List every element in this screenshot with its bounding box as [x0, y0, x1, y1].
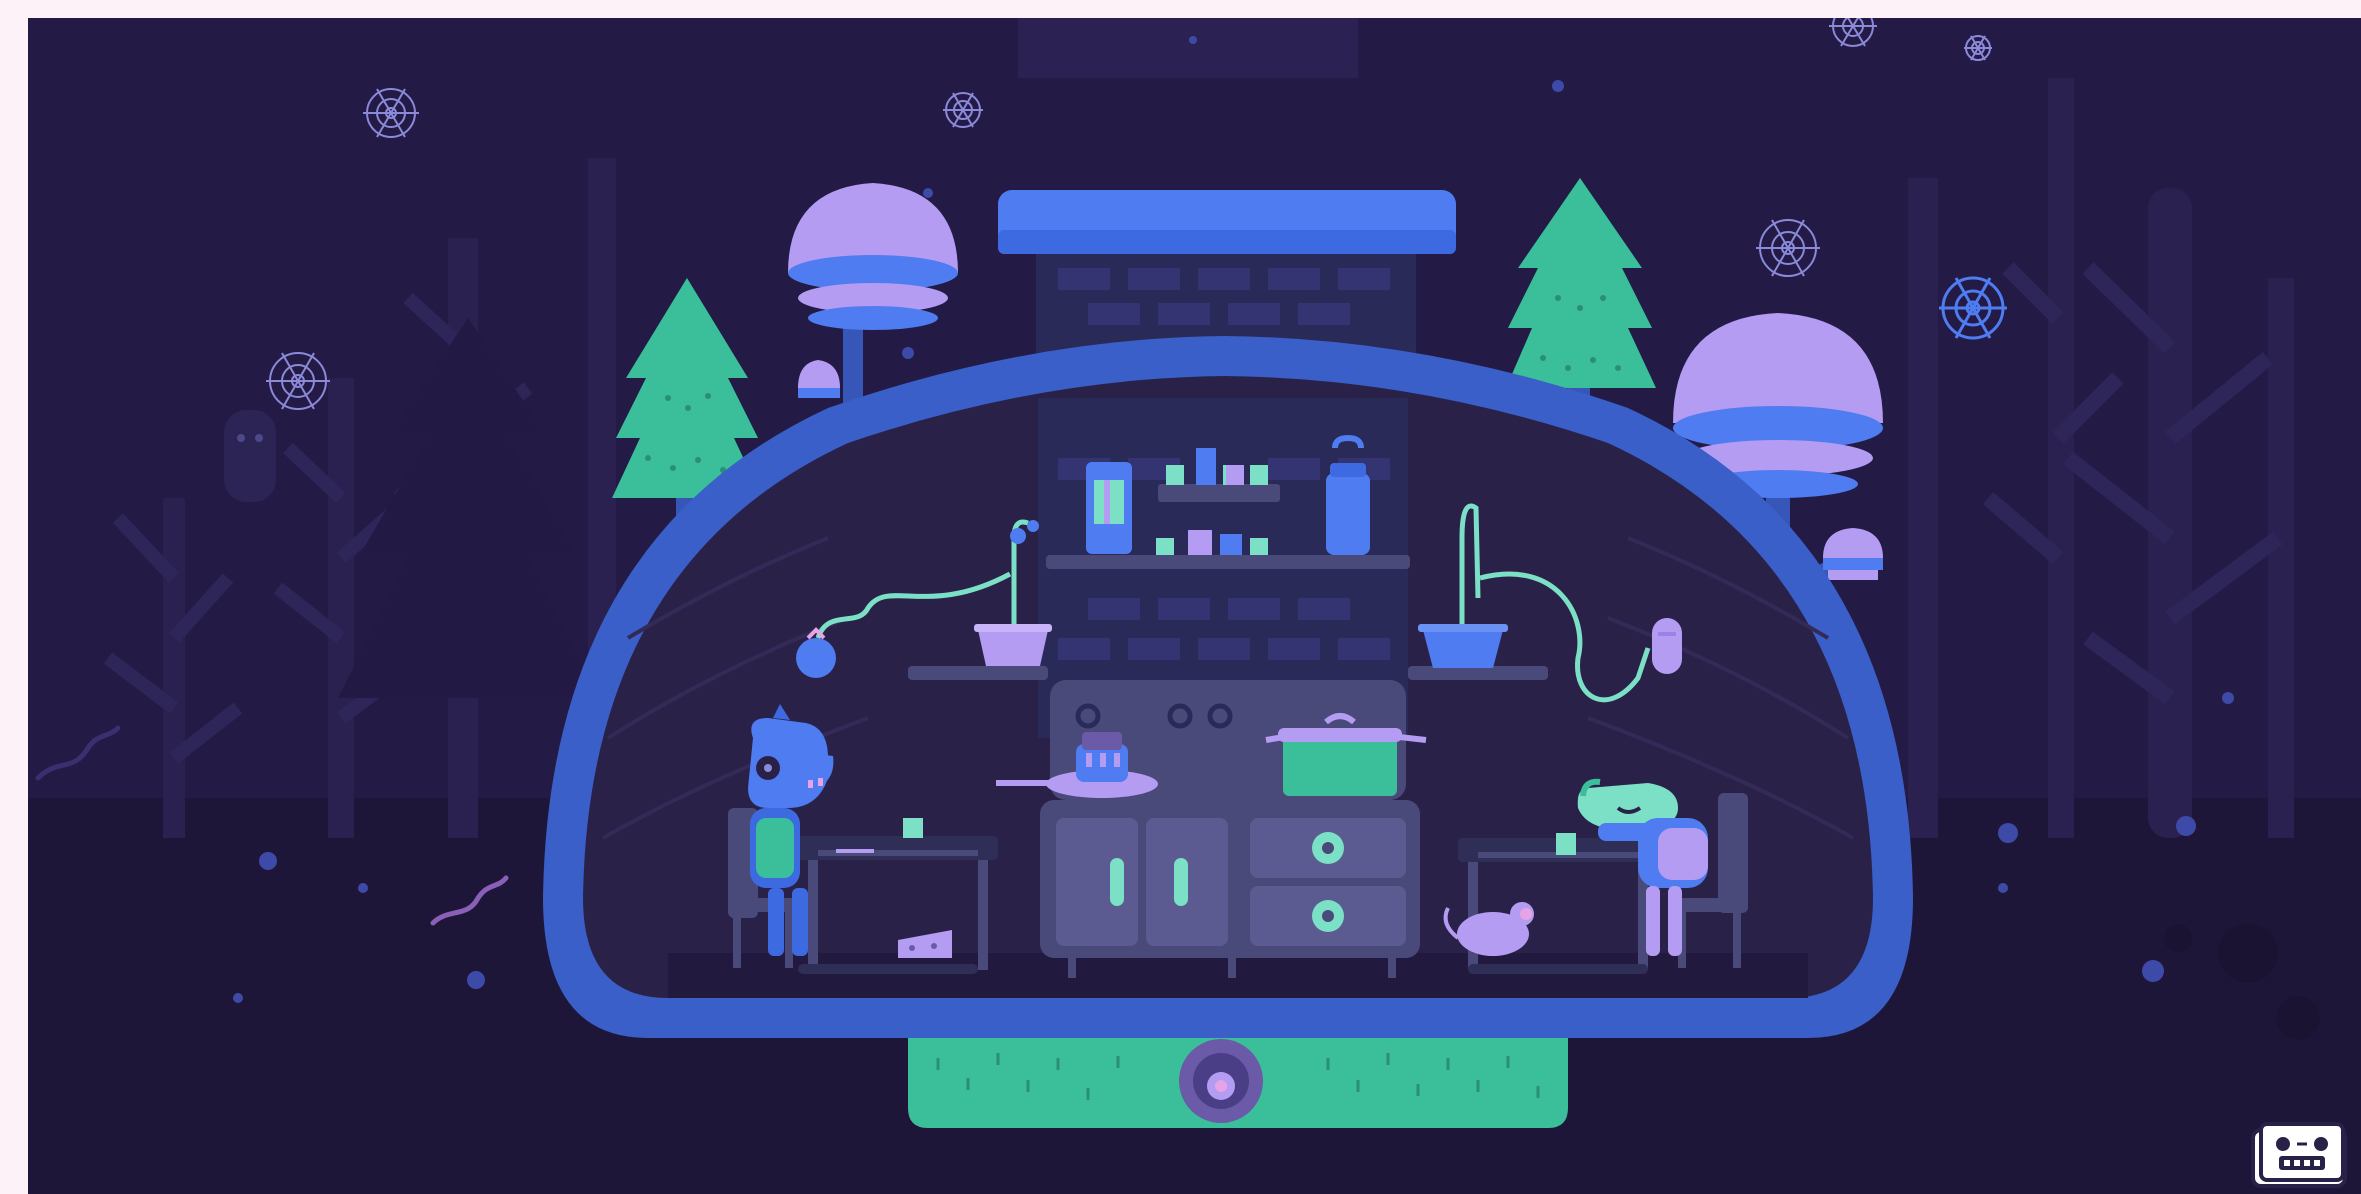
- robot-face-icon[interactable]: [2249, 1120, 2353, 1190]
- owl-silhouette: [224, 410, 276, 502]
- stove-counter: [996, 680, 1427, 978]
- top-shaft: [1018, 18, 1358, 78]
- game-viewport[interactable]: [28, 18, 2361, 1194]
- burrow-base: [908, 1028, 1568, 1128]
- scene-canvas[interactable]: [28, 18, 2361, 1194]
